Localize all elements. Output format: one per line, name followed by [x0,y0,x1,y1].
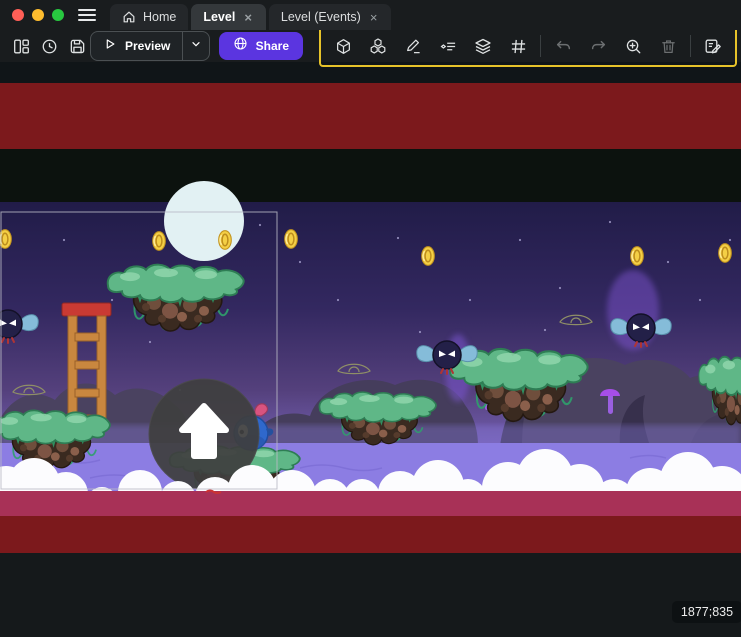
star [559,287,561,289]
scene-bottom-bands [0,491,741,637]
star [299,261,301,263]
star [699,299,701,301]
minimize-window-button[interactable] [32,9,44,21]
coin-sprite[interactable] [422,247,435,266]
history-icon[interactable] [36,33,62,59]
star [469,299,471,301]
objects-group-icon[interactable] [365,33,391,59]
coin-sprite[interactable] [285,230,298,249]
share-label: Share [256,39,289,53]
coin-sprite[interactable] [631,247,644,266]
close-window-button[interactable] [12,9,24,21]
play-icon [103,37,117,56]
star [111,299,113,301]
star [397,237,399,239]
coin-sprite[interactable] [719,244,732,263]
scene-canvas[interactable] [0,62,741,637]
scene-tools-highlighted-group [319,26,737,67]
star [544,329,546,331]
add-object-cube-icon[interactable] [330,33,356,59]
close-tab-icon[interactable]: × [242,10,254,25]
zoom-window-button[interactable] [52,9,64,21]
home-icon [122,10,136,24]
scene-top-bands [0,62,741,203]
undo-icon[interactable] [550,33,576,59]
share-button[interactable]: Share [219,32,303,60]
redo-icon[interactable] [585,33,611,59]
star [519,239,521,241]
cursor-coordinates: 1877;835 [672,601,741,623]
tab-level[interactable]: Level × [191,4,266,30]
star [419,331,421,333]
star [63,239,65,241]
close-tab-icon[interactable]: × [368,10,380,25]
toolbar-left-icons [8,33,90,59]
preview-label: Preview [125,39,170,53]
zoom-in-icon[interactable] [620,33,646,59]
star [667,261,669,263]
tab-label: Level (Events) [281,10,361,24]
grid-icon[interactable] [505,33,531,59]
tab-bar: Home Level × Level (Events) × [110,0,391,30]
preview-button[interactable]: Preview [90,31,210,61]
globe-icon [233,36,248,56]
main-menu-icon[interactable] [78,9,96,21]
coin-sprite[interactable] [0,230,11,249]
preview-button-main[interactable]: Preview [91,32,182,60]
star [259,224,261,226]
star [337,299,339,301]
edit-pencil-icon[interactable] [400,33,426,59]
moon-sprite[interactable] [164,181,244,261]
titlebar: Home Level × Level (Events) × [0,0,741,30]
layers-icon[interactable] [470,33,496,59]
tab-label: Level [203,10,235,24]
tab-level-events[interactable]: Level (Events) × [269,4,392,30]
chevron-down-icon [190,37,202,55]
app-window: Home Level × Level (Events) × [0,0,741,637]
preview-dropdown-button[interactable] [183,32,208,60]
coin-sprite[interactable] [219,231,232,250]
star [609,221,611,223]
star [729,239,731,241]
panels-layout-icon[interactable] [8,33,34,59]
tab-home[interactable]: Home [110,4,188,30]
edit-scene-properties-icon[interactable] [700,33,726,59]
window-controls [12,9,64,21]
toolbar: Preview Share [0,30,741,62]
save-icon[interactable] [64,33,90,59]
star [149,341,151,343]
instances-list-icon[interactable] [435,33,461,59]
tab-label: Home [143,10,176,24]
coin-sprite[interactable] [153,232,166,251]
trash-icon[interactable] [655,33,681,59]
